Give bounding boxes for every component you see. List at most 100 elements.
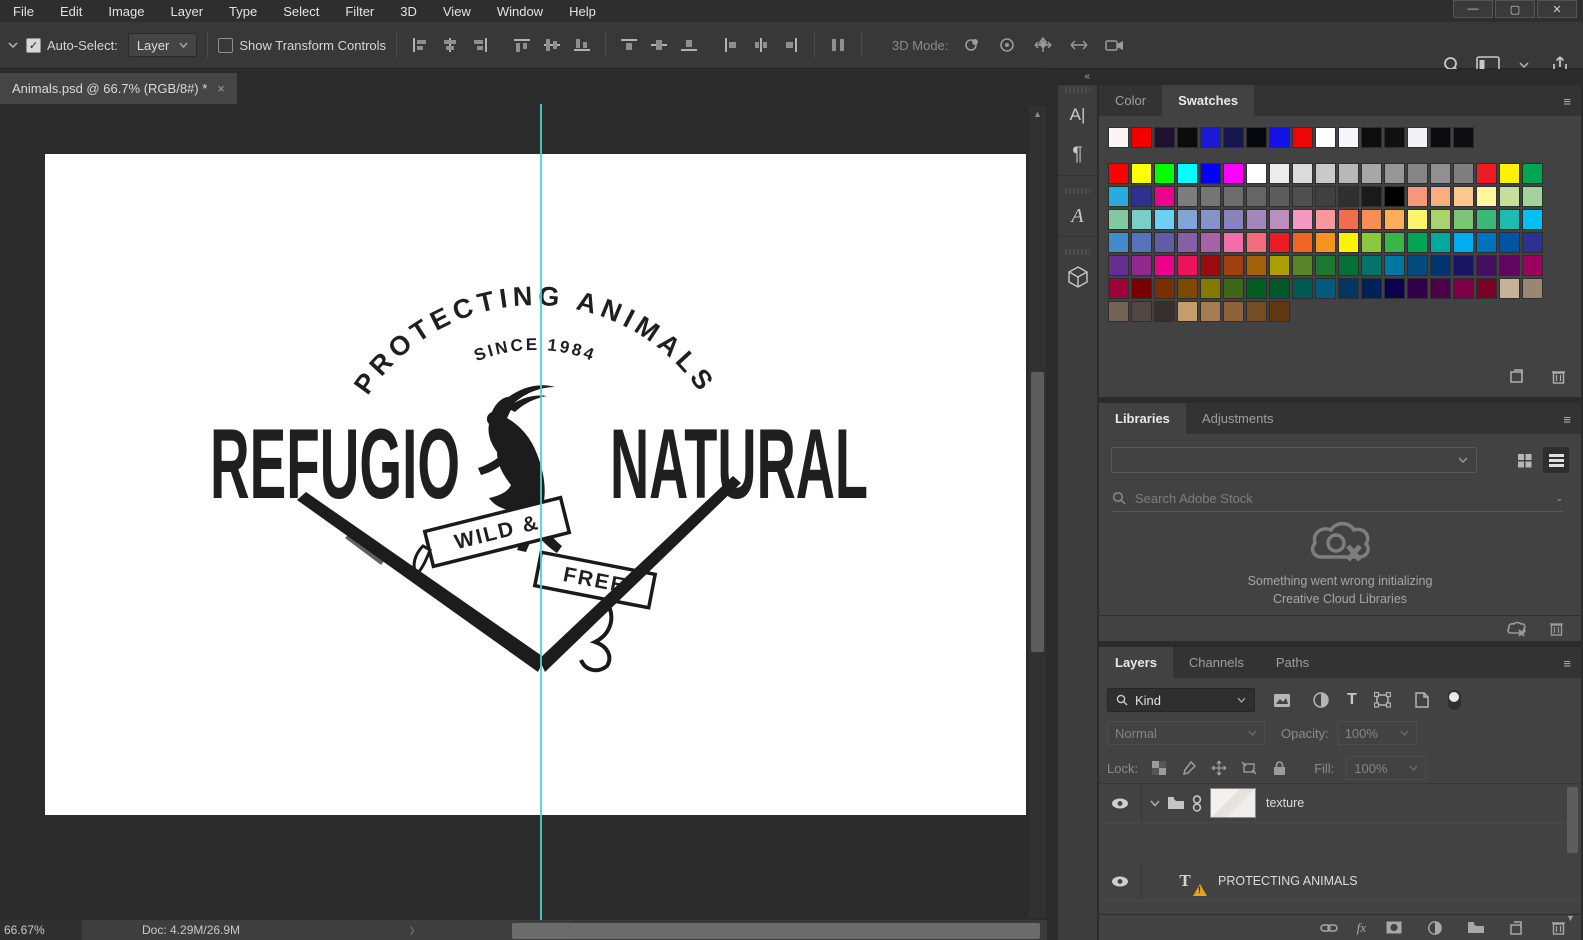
menu-window[interactable]: Window [484,4,556,19]
swatch[interactable] [1108,186,1129,207]
swatch[interactable] [1522,163,1543,184]
swatch[interactable] [1131,127,1152,148]
lock-artboard-icon[interactable] [1240,755,1258,781]
swatch[interactable] [1384,127,1405,148]
swatch[interactable] [1384,278,1405,299]
swatch[interactable] [1384,255,1405,276]
menu-3d[interactable]: 3D [387,4,430,19]
swatch[interactable] [1131,232,1152,253]
swatch[interactable] [1315,255,1336,276]
lock-position-icon[interactable] [1210,755,1228,781]
maximize-button[interactable]: ▢ [1495,0,1535,18]
swatch[interactable] [1315,127,1336,148]
layer-filter-toggle[interactable] [1447,690,1461,710]
swatch[interactable] [1522,255,1543,276]
swatch[interactable] [1200,209,1221,230]
group-expand-chevron-icon[interactable] [1150,800,1160,807]
swatch[interactable] [1361,278,1382,299]
swatch[interactable] [1200,186,1221,207]
swatch[interactable] [1361,186,1382,207]
layer-list-scrollbar[interactable]: ▼ [1566,785,1579,923]
swatch[interactable] [1108,163,1129,184]
link-layers-icon[interactable] [1316,915,1342,940]
swatch[interactable] [1177,278,1198,299]
align-bottom-edges-icon[interactable] [569,32,595,58]
swatch[interactable] [1154,209,1175,230]
lock-transparent-pixels-icon[interactable] [1150,755,1168,781]
swatch[interactable] [1315,186,1336,207]
swatch[interactable] [1223,232,1244,253]
list-view-icon[interactable] [1543,447,1569,473]
swatch[interactable] [1522,232,1543,253]
swatch[interactable] [1108,232,1129,253]
swatch[interactable] [1131,209,1152,230]
libraries-panel-menu-icon[interactable]: ≡ [1563,412,1571,427]
3d-slide-icon[interactable] [1066,32,1092,58]
distribute-left-edges-icon[interactable] [718,32,744,58]
canvas-vertical-scrollbar[interactable]: ▲ [1029,106,1046,918]
stock-search-chevron-icon[interactable]: ⌄ [1555,493,1563,504]
swatch[interactable] [1476,163,1497,184]
menu-filter[interactable]: Filter [332,4,387,19]
layer-style-icon[interactable]: fx [1357,920,1366,936]
swatch[interactable] [1269,163,1290,184]
swatch[interactable] [1131,186,1152,207]
grid-view-icon[interactable] [1511,447,1537,473]
lock-image-pixels-icon[interactable] [1180,755,1198,781]
filter-adjustment-layers-icon[interactable] [1308,687,1334,713]
library-select-dropdown[interactable] [1111,447,1477,473]
swatch[interactable] [1430,255,1451,276]
swatch[interactable] [1292,186,1313,207]
texture-thumbnail[interactable] [1210,788,1256,818]
status-chevron-icon[interactable]: 〉 [410,924,419,937]
delete-library-item-icon[interactable] [1543,616,1569,642]
swatch[interactable] [1453,163,1474,184]
swatch[interactable] [1223,163,1244,184]
swatch[interactable] [1177,127,1198,148]
swatch[interactable] [1223,255,1244,276]
filter-type-layers-icon[interactable]: T [1347,691,1357,709]
document-tab-close-icon[interactable]: × [217,81,225,96]
swatch[interactable] [1453,232,1474,253]
swatch[interactable] [1522,278,1543,299]
align-left-edges-icon[interactable] [407,32,433,58]
tab-channels[interactable]: Channels [1173,647,1260,678]
swatch[interactable] [1384,163,1405,184]
lock-all-icon[interactable] [1270,755,1288,781]
swatch[interactable] [1361,163,1382,184]
paragraph-panel-button[interactable]: ¶ [1058,135,1097,175]
align-horizontal-centers-icon[interactable] [437,32,463,58]
swatch[interactable] [1338,163,1359,184]
swatch[interactable] [1407,186,1428,207]
swatch[interactable] [1131,163,1152,184]
swatch[interactable] [1453,209,1474,230]
align-top-edges-icon[interactable] [509,32,535,58]
menu-image[interactable]: Image [95,4,157,19]
swatch[interactable] [1292,127,1313,148]
swatch[interactable] [1476,209,1497,230]
swatch[interactable] [1177,255,1198,276]
filter-pixel-layers-icon[interactable] [1269,687,1295,713]
document-tab[interactable]: Animals.psd @ 66.7% (RGB/8#) * × [0,73,237,104]
swatch[interactable] [1177,186,1198,207]
menu-help[interactable]: Help [556,4,609,19]
tab-adjustments[interactable]: Adjustments [1186,403,1290,434]
menu-edit[interactable]: Edit [47,4,95,19]
distribute-top-edges-icon[interactable] [616,32,642,58]
visibility-toggle[interactable] [1099,862,1142,900]
horizontal-scroll-thumb[interactable] [512,923,1040,939]
swatch[interactable] [1269,127,1290,148]
swatch[interactable] [1499,186,1520,207]
glyphs-panel-button[interactable]: A [1058,196,1097,236]
swatch[interactable] [1476,255,1497,276]
swatch[interactable] [1269,232,1290,253]
collapse-panels-icon[interactable]: « [1084,71,1089,82]
swatch[interactable] [1177,163,1198,184]
distribute-vertical-centers-icon[interactable] [646,32,672,58]
swatch[interactable] [1154,255,1175,276]
swatch[interactable] [1154,163,1175,184]
swatch[interactable] [1430,209,1451,230]
layer-row-protecting-animals[interactable]: T PROTECTING ANIMALS [1099,862,1581,901]
auto-select-dropdown[interactable]: Layer [127,33,198,57]
filter-shape-layers-icon[interactable] [1370,687,1396,713]
